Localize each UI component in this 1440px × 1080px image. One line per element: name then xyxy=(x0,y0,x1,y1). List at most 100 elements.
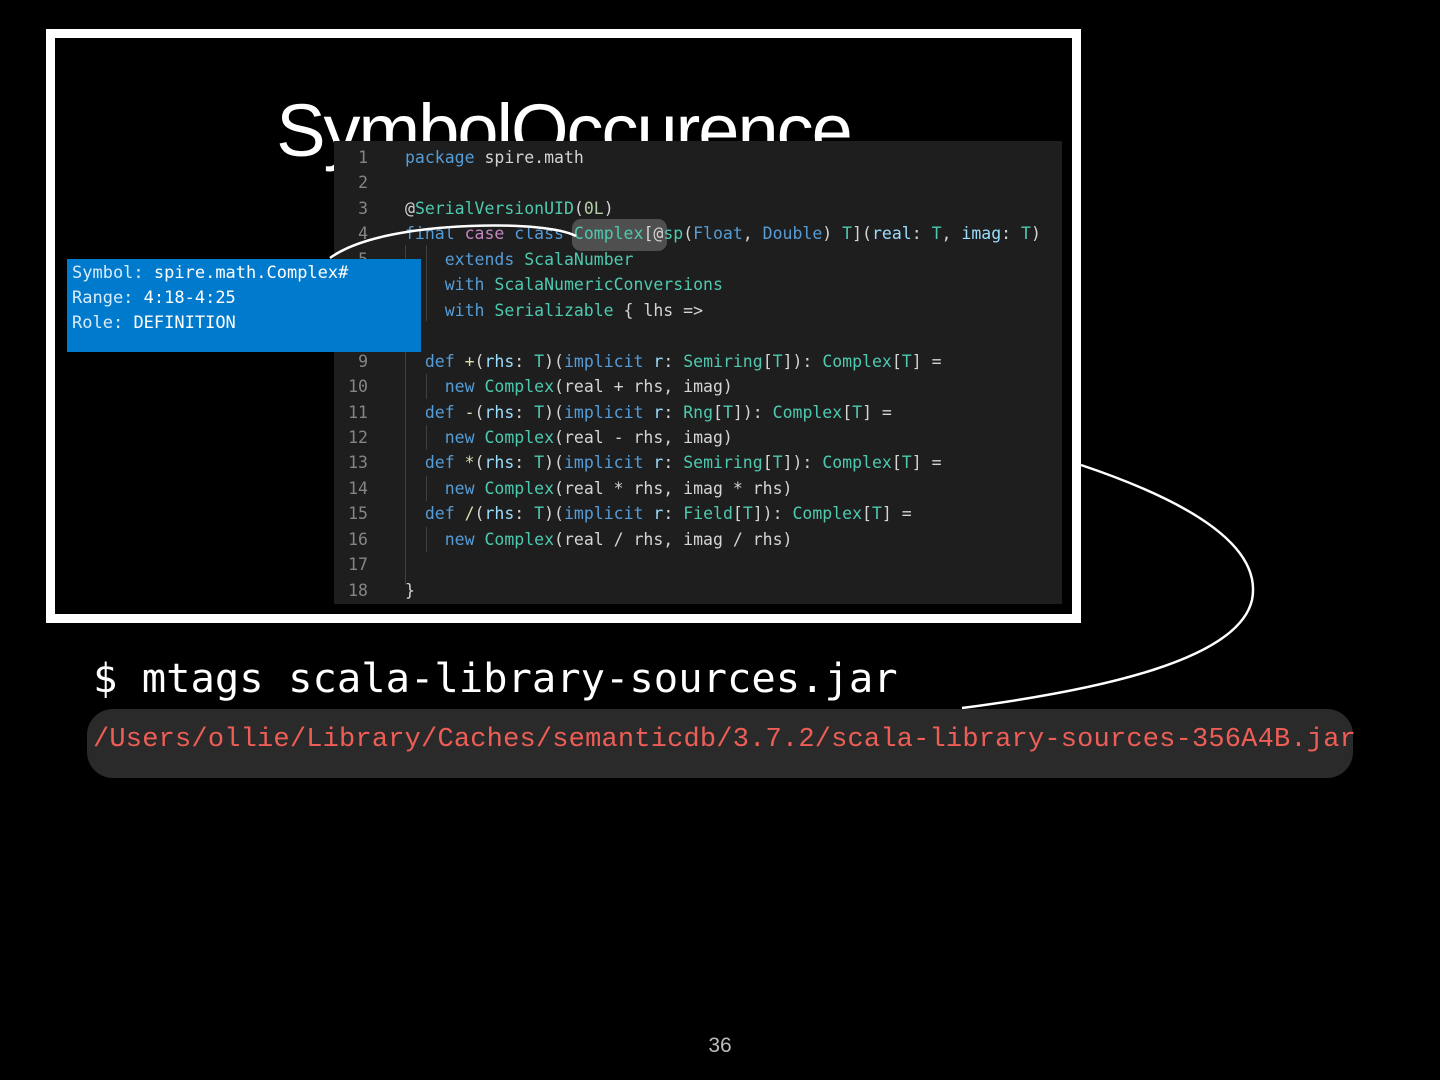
code-token: : xyxy=(663,453,684,473)
code-token: def xyxy=(405,453,465,473)
code-token: Complex xyxy=(484,529,555,549)
code-token: ) xyxy=(1030,224,1041,244)
code-token: T xyxy=(722,402,733,422)
code-token: + xyxy=(464,351,475,371)
code-line: 18} xyxy=(334,578,1062,604)
code-text: def +(rhs: T)(implicit r: Semiring[T]): … xyxy=(405,349,942,375)
line-number: 17 xyxy=(348,555,368,575)
code-token: )( xyxy=(544,504,564,524)
code-token: ] = xyxy=(911,351,942,371)
code-text: def /(rhs: T)(implicit r: Field[T]): Com… xyxy=(405,501,912,527)
code-token: Complex xyxy=(484,478,555,498)
code-token: def xyxy=(405,402,465,422)
code-line: 17 xyxy=(334,552,1062,578)
code-line: 4 final case class Complex[@sp(Float, Dou… xyxy=(334,221,1062,247)
output-path-box: /Users/ollie/Library/Caches/semanticdb/3… xyxy=(87,709,1357,778)
code-token: new xyxy=(405,478,485,498)
code-token: T xyxy=(842,224,853,244)
code-token: T xyxy=(871,504,882,524)
code-token: (real + rhs, imag) xyxy=(554,377,733,397)
code-token: case xyxy=(464,224,515,244)
code-token: )( xyxy=(544,402,564,422)
code-token: Complex xyxy=(822,453,892,473)
code-token: ScalaNumber xyxy=(524,249,634,269)
code-token: [ xyxy=(891,351,902,371)
code-token: (real / rhs, imag / rhs) xyxy=(554,529,793,549)
code-token: ) xyxy=(822,224,843,244)
code-text: } xyxy=(405,578,415,604)
code-token: : xyxy=(663,402,684,422)
code-token: ( xyxy=(474,504,485,524)
code-token: { lhs => xyxy=(613,300,704,320)
code-token: r xyxy=(653,504,664,524)
code-editor: 1 package spire.math 2 3 @SerialVersionUID(0… xyxy=(334,141,1062,604)
code-token: : xyxy=(663,504,684,524)
line-number: 3 xyxy=(358,198,368,218)
code-token: T xyxy=(742,504,753,524)
code-token: T xyxy=(852,402,863,422)
line-number: 10 xyxy=(348,377,368,397)
code-token: )( xyxy=(544,453,564,473)
code-token: implicit xyxy=(563,453,654,473)
code-line: 9 def +(rhs: T)(implicit r: Semiring[T])… xyxy=(334,349,1062,375)
code-text: final case class Complex[@sp(Float, Doub… xyxy=(405,221,1041,247)
code-token: : xyxy=(514,504,535,524)
code-token: class xyxy=(514,224,574,244)
code-token: [ xyxy=(762,351,773,371)
code-token: T xyxy=(534,351,545,371)
code-text: new Complex(real + rhs, imag) xyxy=(405,374,733,400)
code-token: T xyxy=(1021,224,1031,244)
code-token: implicit xyxy=(563,504,654,524)
code-token: Complex xyxy=(484,377,555,397)
code-token: new xyxy=(405,529,485,549)
code-line: 13 def *(rhs: T)(implicit r: Semiring[T]… xyxy=(334,450,1062,476)
code-token: rhs xyxy=(484,402,515,422)
code-text: new Complex(real / rhs, imag / rhs) xyxy=(405,527,793,553)
code-token: Semiring xyxy=(683,453,763,473)
code-token: T xyxy=(772,351,783,371)
code-token: ScalaNumericConversions xyxy=(494,275,723,295)
line-number: 18 xyxy=(348,580,368,600)
terminal-command: $ mtags scala-library-sources.jar xyxy=(93,654,898,702)
code-token: T xyxy=(772,453,783,473)
code-token: [ xyxy=(713,402,723,422)
code-token: rhs xyxy=(484,504,515,524)
code-token: : xyxy=(663,351,684,371)
code-token: ) xyxy=(603,198,614,218)
code-token: : xyxy=(514,351,535,371)
code-text: new Complex(real * rhs, imag * rhs) xyxy=(405,476,793,502)
code-token: Double xyxy=(762,224,823,244)
code-token: ( xyxy=(573,198,584,218)
output-path: /Users/ollie/Library/Caches/semanticdb/3… xyxy=(93,725,1357,755)
code-line: 12 new Complex(real - rhs, imag) xyxy=(334,425,1062,451)
code-token: r xyxy=(653,402,664,422)
symbol-label: Symbol: xyxy=(72,263,144,283)
line-number: 11 xyxy=(348,402,368,422)
code-token: package xyxy=(405,148,485,167)
code-token: Rng xyxy=(683,402,714,422)
code-token: : xyxy=(911,224,932,244)
code-line: 5 extends ScalaNumber xyxy=(334,247,1062,273)
code-token: T xyxy=(534,402,545,422)
code-token: ]): xyxy=(752,504,793,524)
code-token: Field xyxy=(683,504,733,524)
code-token: T xyxy=(901,351,912,371)
code-token: Complex xyxy=(772,402,843,422)
code-token: )( xyxy=(544,351,564,371)
code-token: real xyxy=(871,224,912,244)
range-label: Range: xyxy=(72,288,134,308)
code-token: T xyxy=(534,453,545,473)
code-token: T xyxy=(931,224,942,244)
code-token: Float xyxy=(693,224,743,244)
code-token: final xyxy=(405,224,465,244)
code-token: (real - rhs, imag) xyxy=(554,427,733,447)
code-token: Complex xyxy=(822,351,892,371)
line-number: 4 xyxy=(358,224,368,244)
code-token: ( xyxy=(474,453,485,473)
symbol-tooltip: Symbol: spire.math.Complex# Range: 4:18-… xyxy=(67,259,421,352)
code-text: with Serializable { lhs => xyxy=(405,298,703,324)
code-token: - xyxy=(464,402,475,422)
code-line: 15 def /(rhs: T)(implicit r: Field[T]): … xyxy=(334,501,1062,527)
code-token: new xyxy=(405,377,485,397)
code-token: ] = xyxy=(862,402,892,422)
